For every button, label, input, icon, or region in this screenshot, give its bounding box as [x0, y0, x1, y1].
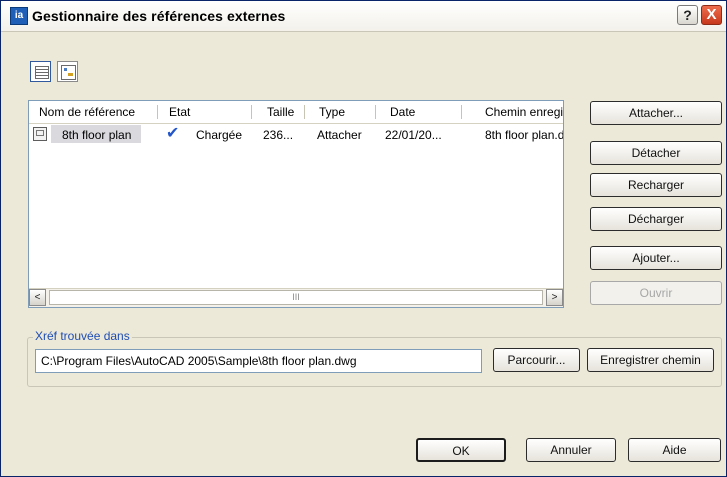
xref-name: 8th floor plan: [62, 128, 132, 142]
column-separator[interactable]: [304, 105, 305, 119]
cancel-button[interactable]: Annuler: [526, 438, 616, 462]
horizontal-scrollbar[interactable]: < III >: [29, 288, 563, 307]
xref-type: Attacher: [317, 128, 362, 142]
browse-button[interactable]: Parcourir...: [493, 348, 580, 372]
xref-saved-path: 8th floor plan.d: [485, 128, 564, 142]
xref-status: Chargée: [196, 128, 243, 142]
table-row[interactable]: 8th floor plan ✔ Chargée 236... Attacher…: [29, 124, 563, 146]
list-view-button[interactable]: [30, 61, 51, 82]
add-button[interactable]: Ajouter...: [590, 246, 722, 270]
help-footer-button[interactable]: Aide: [628, 438, 721, 462]
tree-view-icon: [61, 65, 76, 80]
xref-size: 236...: [263, 128, 294, 142]
column-header-type[interactable]: Type: [319, 105, 345, 119]
list-view-icon: [35, 66, 49, 79]
scroll-right-button[interactable]: >: [546, 289, 563, 306]
ok-button[interactable]: OK: [416, 438, 506, 462]
drawing-file-icon: [33, 127, 47, 141]
detach-button[interactable]: Détacher: [590, 141, 722, 165]
title-bar: ia Gestionnaire des références externes …: [1, 1, 726, 32]
column-header-name[interactable]: Nom de référence: [39, 105, 135, 119]
loaded-check-icon: ✔: [166, 125, 180, 142]
open-button[interactable]: Ouvrir: [590, 281, 722, 305]
dialog-title: Gestionnaire des références externes: [32, 8, 286, 24]
xref-manager-dialog: ia Gestionnaire des références externes …: [0, 0, 727, 477]
column-separator[interactable]: [157, 105, 158, 119]
column-header-size[interactable]: Taille: [267, 105, 294, 119]
column-separator[interactable]: [461, 105, 462, 119]
scroll-thumb[interactable]: III: [49, 290, 543, 305]
list-header: Nom de référence Etat Taille Type Date C…: [29, 101, 563, 124]
found-path-field[interactable]: C:\Program Files\AutoCAD 2005\Sample\8th…: [35, 349, 482, 373]
unload-button[interactable]: Décharger: [590, 207, 722, 231]
column-header-status[interactable]: Etat: [169, 105, 190, 119]
column-separator[interactable]: [375, 105, 376, 119]
reload-button[interactable]: Recharger: [590, 173, 722, 197]
attach-button[interactable]: Attacher...: [590, 101, 722, 125]
tree-view-button[interactable]: [57, 61, 78, 82]
column-header-date[interactable]: Date: [390, 105, 415, 119]
scroll-left-button[interactable]: <: [29, 289, 46, 306]
xref-list[interactable]: Nom de référence Etat Taille Type Date C…: [28, 100, 564, 308]
app-icon: ia: [10, 7, 28, 25]
save-path-button[interactable]: Enregistrer chemin: [587, 348, 714, 372]
column-header-path[interactable]: Chemin enregi: [485, 105, 563, 119]
column-separator[interactable]: [251, 105, 252, 119]
found-in-label: Xréf trouvée dans: [33, 329, 132, 343]
close-button[interactable]: X: [701, 5, 722, 25]
xref-date: 22/01/20...: [385, 128, 442, 142]
help-button[interactable]: ?: [677, 5, 698, 25]
